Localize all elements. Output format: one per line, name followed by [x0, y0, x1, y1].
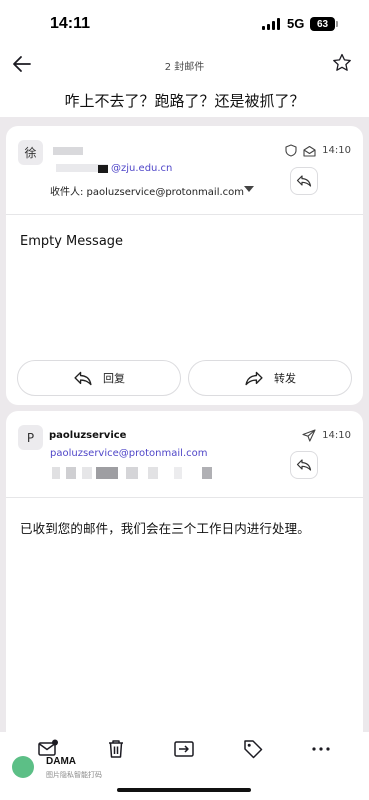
message-body: Empty Message	[20, 234, 124, 249]
sender-email[interactable]: paoluzservice@protonmail.com	[50, 448, 207, 459]
network-label: 5G	[287, 16, 305, 31]
message-meta: 14:10	[302, 429, 351, 442]
star-button[interactable]	[331, 52, 353, 74]
chevron-down-icon[interactable]	[244, 186, 254, 192]
redacted-email-prefix	[56, 164, 108, 173]
forward-label: 转发	[274, 372, 296, 385]
signal-icon	[262, 18, 282, 30]
tag-icon	[244, 740, 263, 759]
message-time: 14:10	[322, 430, 351, 441]
bottom-toolbar: DAMA 图片隐私智能打码	[0, 732, 369, 800]
label-button[interactable]	[242, 738, 264, 760]
quick-reply-button[interactable]	[290, 167, 318, 195]
sender-name: paoluzservice	[49, 430, 127, 441]
message-count: 2 封邮件	[164, 62, 205, 73]
recipient-line: 收件人: paoluzservice@protonmail.com	[50, 187, 245, 198]
star-icon	[333, 53, 351, 71]
watermark-logo	[12, 756, 34, 778]
battery-level: 63	[310, 17, 335, 31]
move-button[interactable]	[173, 738, 195, 760]
divider	[6, 214, 363, 215]
envelope-open-icon	[303, 145, 316, 157]
reply-icon	[296, 459, 312, 471]
paper-plane-icon	[302, 429, 316, 442]
redacted-recipient	[52, 467, 222, 479]
battery-icon: 63	[310, 17, 338, 31]
avatar: P	[18, 425, 43, 450]
message-card[interactable]: P paoluzservice paoluzservice@protonmail…	[6, 411, 363, 732]
more-button[interactable]	[310, 738, 332, 760]
message-body: 已收到您的邮件，我们会在三个工作日内进行处理。	[20, 521, 310, 536]
sender-email[interactable]: @zju.edu.cn	[111, 163, 172, 174]
home-indicator[interactable]	[117, 788, 251, 792]
status-bar: 14:11 5G 63	[0, 0, 369, 48]
watermark-subtitle: 图片隐私智能打码	[46, 771, 102, 779]
quick-reply-button[interactable]	[290, 451, 318, 479]
shield-icon	[285, 144, 297, 157]
watermark-title: DAMA	[46, 756, 76, 767]
forward-icon	[245, 371, 263, 385]
move-to-icon	[174, 741, 194, 757]
message-time: 14:10	[322, 145, 351, 156]
redacted-sender-name	[53, 147, 83, 155]
message-meta: 14:10	[285, 144, 351, 157]
reply-button[interactable]: 回复	[17, 360, 181, 396]
message-card[interactable]: 徐 @zju.edu.cn 收件人: paoluzservice@protonm…	[6, 126, 363, 405]
watermark: DAMA 图片隐私智能打码	[12, 756, 132, 786]
reply-icon	[74, 371, 92, 385]
reply-label: 回复	[103, 372, 125, 385]
reply-icon	[296, 175, 312, 187]
status-time: 14:11	[50, 15, 91, 32]
forward-button[interactable]: 转发	[188, 360, 352, 396]
divider	[6, 497, 363, 498]
avatar: 徐	[18, 140, 43, 165]
email-subject: 咋上不去了？跑路了？还是被抓了？	[64, 92, 305, 110]
more-icon	[312, 747, 330, 751]
top-nav: 2 封邮件	[0, 48, 369, 82]
